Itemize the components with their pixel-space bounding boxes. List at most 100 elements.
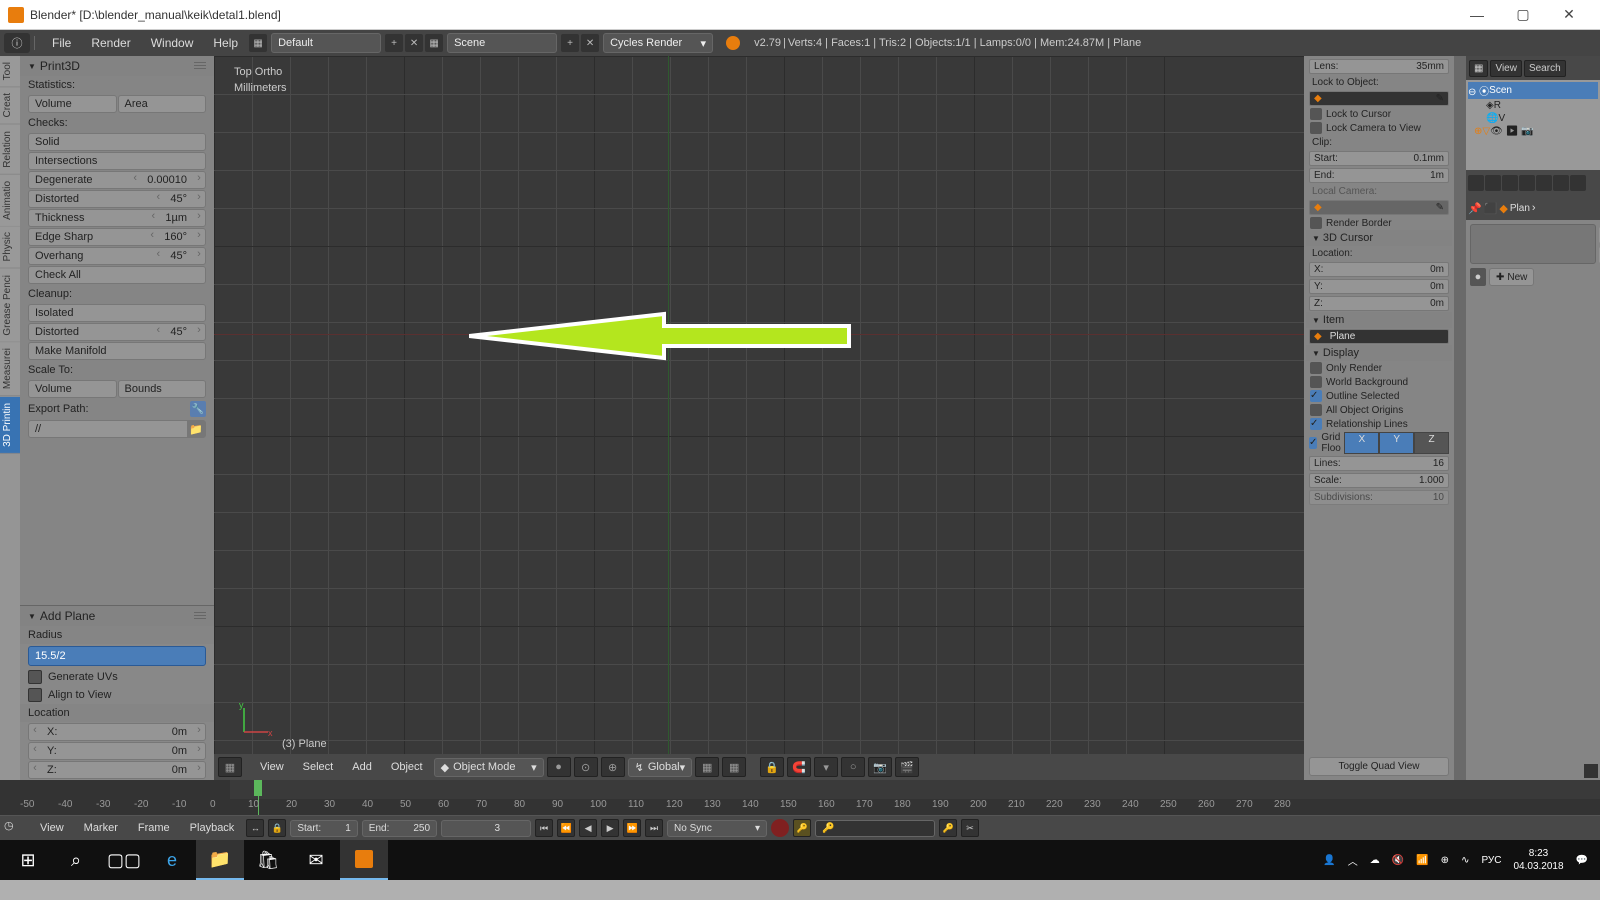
vtab-grease-pencil[interactable]: Grease Penci	[0, 269, 20, 343]
cursor-y[interactable]: Y:0m	[1309, 279, 1449, 294]
range-icon[interactable]: ↔	[246, 819, 264, 837]
explorer-icon[interactable]: 📁	[196, 840, 244, 880]
breadcrumb-icon[interactable]: ⬛	[1484, 202, 1498, 215]
edge-icon[interactable]: e	[148, 840, 196, 880]
only-render-check[interactable]: Only Render	[1306, 361, 1452, 375]
export-path-field[interactable]: //📁	[28, 420, 206, 438]
cursor-z[interactable]: Z:0m	[1309, 296, 1449, 311]
new-material-button[interactable]: ✚New	[1489, 268, 1534, 286]
render-engine-dropdown[interactable]: Cycles Render▾	[603, 33, 713, 53]
clapperboard-icon[interactable]: 🎬	[895, 757, 919, 777]
tl-menu-frame[interactable]: Frame	[130, 822, 178, 834]
keying-set-field[interactable]: 🔑	[815, 820, 935, 837]
language-indicator[interactable]: РУС	[1481, 855, 1501, 866]
area-button[interactable]: Area	[118, 95, 207, 113]
menu-window[interactable]: Window	[141, 32, 204, 54]
generate-uvs-checkbox[interactable]: Generate UVs	[20, 668, 214, 686]
info-editor-icon[interactable]: ⓘ	[4, 33, 30, 53]
search-icon[interactable]: ⌕	[52, 840, 100, 880]
loc-z-field[interactable]: ‹Z:0m›	[28, 761, 206, 779]
scene-tab-icon[interactable]	[1519, 175, 1535, 191]
grid-x[interactable]: X	[1344, 432, 1379, 454]
local-camera-field[interactable]: ◆✎	[1309, 200, 1449, 215]
vtab-animation[interactable]: Animatio	[0, 175, 20, 227]
people-icon[interactable]: 👤	[1323, 855, 1335, 866]
jump-start-icon[interactable]: ⏮	[535, 819, 553, 837]
bandwidth-icon[interactable]: ∿	[1461, 855, 1469, 866]
subdiv-field[interactable]: Subdivisions:10	[1309, 490, 1449, 505]
clip-end-field[interactable]: End:1m	[1309, 168, 1449, 183]
menu-help[interactable]: Help	[203, 32, 248, 54]
lens-field[interactable]: Lens:35mm	[1309, 59, 1449, 74]
item-header[interactable]: Item	[1306, 312, 1452, 328]
sync-dropdown[interactable]: No Sync▾	[667, 820, 767, 837]
check-all-button[interactable]: Check All	[28, 266, 206, 284]
cursor-x[interactable]: X:0m	[1309, 262, 1449, 277]
insert-key-icon[interactable]: 🔑	[939, 819, 957, 837]
constraint-tab-icon[interactable]	[1570, 175, 1586, 191]
outliner-tree[interactable]: ⊖ ⦿ Scen ◈ R 🌐 V ⊕▽ 👁 ▶ 📷	[1466, 80, 1600, 170]
display-header[interactable]: Display	[1306, 345, 1452, 361]
vp-menu-select[interactable]: Select	[295, 761, 342, 773]
edgesharp-field[interactable]: Edge Sharp‹160°›	[28, 228, 206, 246]
pin-icon[interactable]: 📌	[1468, 202, 1482, 215]
wifi-icon[interactable]: 📶	[1416, 855, 1428, 866]
defender-icon[interactable]: ⊕	[1441, 855, 1449, 866]
autokey-record-icon[interactable]	[771, 819, 789, 837]
clock[interactable]: 8:23 04.03.2018	[1513, 847, 1563, 873]
scale-field[interactable]: Scale:1.000	[1309, 473, 1449, 488]
lock-range-icon[interactable]: 🔒	[268, 819, 286, 837]
outliner-search[interactable]: Search	[1524, 60, 1566, 77]
align-view-checkbox[interactable]: Align to View	[20, 686, 214, 704]
vtab-tool[interactable]: Tool	[0, 56, 20, 87]
add-layout-icon[interactable]: +	[385, 34, 403, 52]
orientation-dropdown[interactable]: ↯ Global ▾	[628, 758, 693, 777]
solid-button[interactable]: Solid	[28, 133, 206, 151]
minimize-button[interactable]: —	[1454, 0, 1500, 30]
loc-y-field[interactable]: ‹Y:0m›	[28, 742, 206, 760]
pivot-icon[interactable]: ⊙	[574, 757, 598, 777]
object-tab-icon[interactable]	[1553, 175, 1569, 191]
material-browse-icon[interactable]: ●	[1470, 268, 1486, 286]
clip-start-field[interactable]: Start:0.1mm	[1309, 151, 1449, 166]
grid-z[interactable]: Z	[1414, 432, 1449, 454]
outliner-editor-icon[interactable]: ▦	[1469, 60, 1488, 77]
current-frame-field[interactable]: 3	[441, 820, 531, 837]
isolated-button[interactable]: Isolated	[28, 304, 206, 322]
render-icon[interactable]: 📷	[868, 757, 892, 777]
degenerate-field[interactable]: Degenerate‹0.00010›	[28, 171, 206, 189]
snap-icon[interactable]: 🧲	[787, 757, 811, 777]
world-tab-icon[interactable]	[1536, 175, 1552, 191]
mail-icon[interactable]: ✉	[292, 840, 340, 880]
keyframe-prev-icon[interactable]: ⏪	[557, 819, 575, 837]
notifications-icon[interactable]: 💬	[1576, 855, 1588, 866]
timeline-ruler[interactable]: -50-40-30-20-100102030405060708090100110…	[0, 780, 1600, 816]
radius-input[interactable]: 15.5/2	[28, 646, 206, 666]
rel-lines-check[interactable]: ✓Relationship Lines	[1306, 417, 1452, 431]
onedrive-icon[interactable]: ☁	[1370, 855, 1380, 866]
delete-scene-icon[interactable]: ✕	[581, 34, 599, 52]
make-manifold-button[interactable]: Make Manifold	[28, 342, 206, 360]
scale-bounds-button[interactable]: Bounds	[118, 380, 207, 398]
end-frame-field[interactable]: End:250	[362, 820, 437, 837]
scale-volume-button[interactable]: Volume	[28, 380, 117, 398]
start-frame-field[interactable]: Start:1	[290, 820, 357, 837]
outline-sel-check[interactable]: ✓Outline Selected	[1306, 389, 1452, 403]
proportional-icon[interactable]: ○	[841, 757, 865, 777]
overhang-field[interactable]: Overhang‹45°›	[28, 247, 206, 265]
render-border-check[interactable]: Render Border	[1306, 216, 1452, 230]
manipulator-icon[interactable]: ⊕	[601, 757, 625, 777]
outliner-view[interactable]: View	[1490, 60, 1522, 77]
properties-editor-icon[interactable]	[1468, 175, 1484, 191]
all-origins-check[interactable]: All Object Origins	[1306, 403, 1452, 417]
scene-dropdown[interactable]: Scene	[447, 33, 557, 53]
volume-icon[interactable]: 🔇	[1392, 855, 1404, 866]
close-button[interactable]: ✕	[1546, 0, 1592, 30]
lock-icon[interactable]: 🔒	[760, 757, 784, 777]
snap-target-icon[interactable]: ▾	[814, 757, 838, 777]
shading-icon[interactable]: ●	[547, 757, 571, 777]
layout-browse-icon[interactable]: ▦	[249, 34, 267, 52]
layers-2-icon[interactable]: ▦	[722, 757, 746, 777]
3d-cursor-header[interactable]: 3D Cursor	[1306, 230, 1452, 246]
delete-layout-icon[interactable]: ✕	[405, 34, 423, 52]
